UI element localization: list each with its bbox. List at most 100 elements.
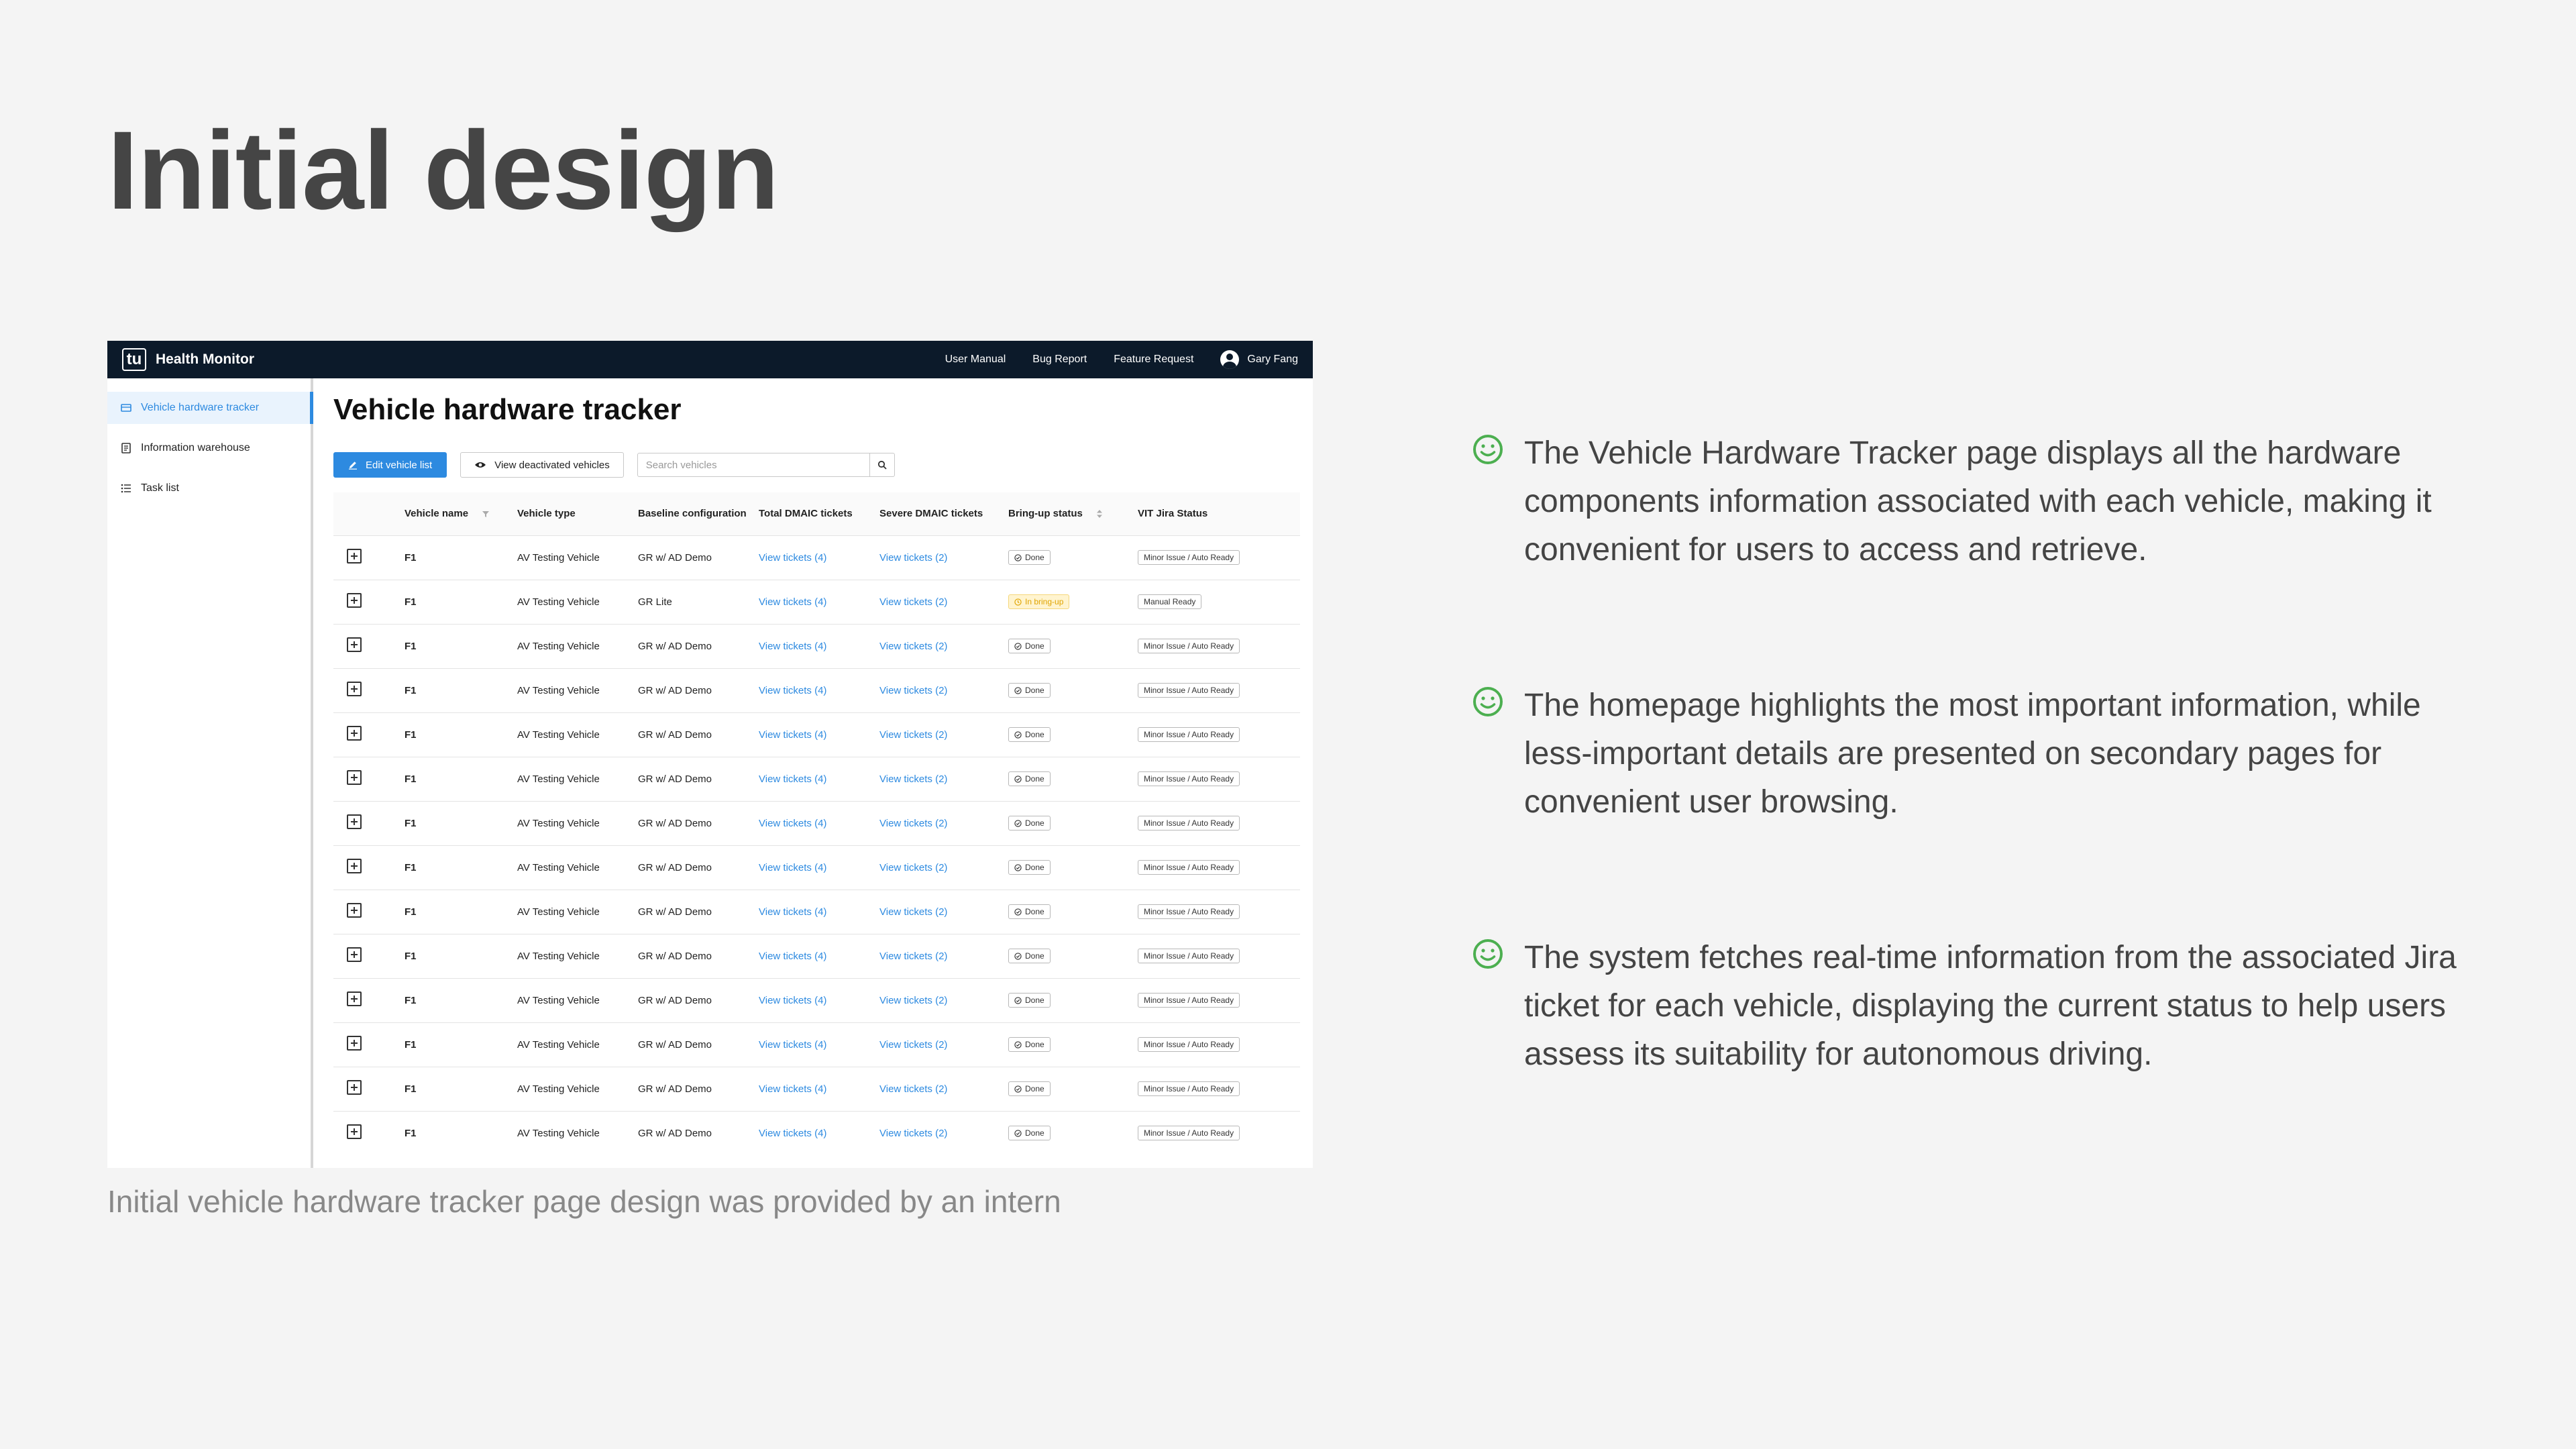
expand-icon[interactable] (347, 814, 362, 829)
severe-tickets-link[interactable]: View tickets (2) (879, 995, 947, 1006)
total-tickets-link[interactable]: View tickets (4) (759, 729, 826, 741)
expand-icon[interactable] (347, 991, 362, 1006)
vehicle-name-cell: F1 (405, 551, 417, 564)
severe-tickets-link[interactable]: View tickets (2) (879, 596, 947, 608)
column-header-vit-jira-status[interactable]: VIT Jira Status (1138, 492, 1300, 535)
total-tickets-link[interactable]: View tickets (4) (759, 906, 826, 918)
column-header-vehicle-type[interactable]: Vehicle type (517, 492, 638, 535)
expand-row-cell (333, 668, 405, 712)
column-header-vehicle-name[interactable]: Vehicle name (405, 492, 517, 535)
slide-title: Initial design (107, 109, 780, 233)
total-tickets-link[interactable]: View tickets (4) (759, 596, 826, 608)
severe-tickets-link[interactable]: View tickets (2) (879, 818, 947, 829)
table-row[interactable]: F1 AV Testing Vehicle GR Lite View tickets … (333, 580, 1300, 624)
app-logo[interactable]: tu (122, 348, 146, 371)
baseline-config-cell: GR w/ AD Demo (638, 1127, 712, 1139)
expand-icon[interactable] (347, 947, 362, 962)
expand-icon[interactable] (347, 549, 362, 564)
total-tickets-link[interactable]: View tickets (4) (759, 1083, 826, 1095)
expand-row-cell (333, 801, 405, 845)
expand-icon[interactable] (347, 903, 362, 918)
bug-report-link[interactable]: Bug Report (1032, 354, 1087, 366)
expand-icon[interactable] (347, 770, 362, 785)
user-menu[interactable]: Gary Fang (1220, 350, 1298, 369)
expand-icon[interactable] (347, 637, 362, 652)
severe-tickets-link[interactable]: View tickets (2) (879, 685, 947, 696)
total-tickets-link[interactable]: View tickets (4) (759, 685, 826, 696)
column-header-severe-dmaic-tickets[interactable]: Severe DMAIC tickets (879, 492, 1008, 535)
edit-vehicle-list-button[interactable]: Edit vehicle list (333, 452, 447, 478)
note-text: The homepage highlights the most importa… (1524, 688, 2421, 820)
expand-icon[interactable] (347, 682, 362, 696)
check-circle-icon (1014, 553, 1022, 561)
severe-tickets-link[interactable]: View tickets (2) (879, 1083, 947, 1095)
severe-tickets-link[interactable]: View tickets (2) (879, 773, 947, 785)
bring-up-status-badge: Done (1008, 683, 1051, 698)
total-tickets-link[interactable]: View tickets (4) (759, 1128, 826, 1139)
expand-icon[interactable] (347, 1124, 362, 1140)
sidebar-item-information-warehouse[interactable]: Information warehouse (107, 432, 311, 464)
sort-icon[interactable] (1096, 509, 1103, 519)
severe-tickets-link[interactable]: View tickets (2) (879, 1039, 947, 1051)
check-circle-icon (1014, 1085, 1022, 1093)
table-row[interactable]: F1 AV Testing Vehicle GR w/ AD Demo View ti… (333, 1111, 1300, 1155)
vehicle-type-cell: AV Testing Vehicle (517, 729, 600, 741)
column-header-baseline-configuration[interactable]: Baseline configuration (638, 492, 759, 535)
table-row[interactable]: F1 AV Testing Vehicle GR w/ AD Demo View ti… (333, 712, 1300, 757)
total-tickets-link[interactable]: View tickets (4) (759, 773, 826, 785)
total-tickets-link[interactable]: View tickets (4) (759, 818, 826, 829)
table-row[interactable]: F1 AV Testing Vehicle GR w/ AD Demo View ti… (333, 668, 1300, 712)
total-tickets-link[interactable]: View tickets (4) (759, 862, 826, 873)
table-row[interactable]: F1 AV Testing Vehicle GR w/ AD Demo View ti… (333, 757, 1300, 801)
total-tickets-link[interactable]: View tickets (4) (759, 951, 826, 962)
table-row[interactable]: F1 AV Testing Vehicle GR w/ AD Demo View ti… (333, 624, 1300, 668)
feature-request-link[interactable]: Feature Request (1114, 354, 1193, 366)
table-row[interactable]: F1 AV Testing Vehicle GR w/ AD Demo View ti… (333, 1067, 1300, 1111)
vehicle-type-cell: AV Testing Vehicle (517, 994, 600, 1006)
expand-icon[interactable] (347, 859, 362, 873)
sidebar-item-vehicle-hardware-tracker[interactable]: Vehicle hardware tracker (107, 392, 313, 424)
column-header-total-dmaic-tickets[interactable]: Total DMAIC tickets (759, 492, 879, 535)
search-input[interactable] (637, 453, 869, 476)
smile-icon (1473, 435, 1503, 464)
filter-icon[interactable] (482, 510, 490, 518)
table-row[interactable]: F1 AV Testing Vehicle GR w/ AD Demo View ti… (333, 978, 1300, 1022)
table-row[interactable]: F1 AV Testing Vehicle GR w/ AD Demo View ti… (333, 845, 1300, 890)
vehicle-type-cell: AV Testing Vehicle (517, 861, 600, 873)
expand-icon[interactable] (347, 1080, 362, 1095)
table-row[interactable]: F1 AV Testing Vehicle GR w/ AD Demo View ti… (333, 535, 1300, 580)
table-row[interactable]: F1 AV Testing Vehicle GR w/ AD Demo View ti… (333, 890, 1300, 934)
severe-tickets-link[interactable]: View tickets (2) (879, 906, 947, 918)
expand-icon[interactable] (347, 593, 362, 608)
vehicle-name-cell: F1 (405, 1038, 417, 1051)
total-tickets-link[interactable]: View tickets (4) (759, 995, 826, 1006)
severe-tickets-link[interactable]: View tickets (2) (879, 729, 947, 741)
table-row[interactable]: F1 AV Testing Vehicle GR w/ AD Demo View ti… (333, 934, 1300, 978)
sidebar-item-task-list[interactable]: Task list (107, 472, 311, 504)
bring-up-status-label: Done (1025, 686, 1044, 695)
bring-up-status-badge: Done (1008, 816, 1051, 830)
severe-tickets-link[interactable]: View tickets (2) (879, 641, 947, 652)
total-tickets-link[interactable]: View tickets (4) (759, 1039, 826, 1051)
table-row[interactable]: F1 AV Testing Vehicle GR w/ AD Demo View ti… (333, 801, 1300, 845)
expand-row-cell (333, 1067, 405, 1111)
severe-tickets-link[interactable]: View tickets (2) (879, 1128, 947, 1139)
vehicle-name-cell: F1 (405, 729, 417, 741)
severe-tickets-link[interactable]: View tickets (2) (879, 862, 947, 873)
search-button[interactable] (869, 453, 894, 476)
user-manual-link[interactable]: User Manual (945, 354, 1006, 366)
total-tickets-link[interactable]: View tickets (4) (759, 641, 826, 652)
column-header-label: Bring-up status (1008, 508, 1083, 520)
table-body: F1 AV Testing Vehicle GR w/ AD Demo View ti… (333, 535, 1300, 1155)
document-icon (121, 443, 131, 453)
expand-icon[interactable] (347, 726, 362, 741)
expand-icon[interactable] (347, 1036, 362, 1051)
total-tickets-link[interactable]: View tickets (4) (759, 552, 826, 564)
severe-tickets-link[interactable]: View tickets (2) (879, 951, 947, 962)
baseline-config-cell: GR w/ AD Demo (638, 551, 712, 564)
view-deactivated-vehicles-button[interactable]: View deactivated vehicles (460, 452, 624, 478)
table-row[interactable]: F1 AV Testing Vehicle GR w/ AD Demo View ti… (333, 1022, 1300, 1067)
column-header-bring-up-status[interactable]: Bring-up status (1008, 492, 1138, 535)
expand-row-cell (333, 1022, 405, 1067)
severe-tickets-link[interactable]: View tickets (2) (879, 552, 947, 564)
